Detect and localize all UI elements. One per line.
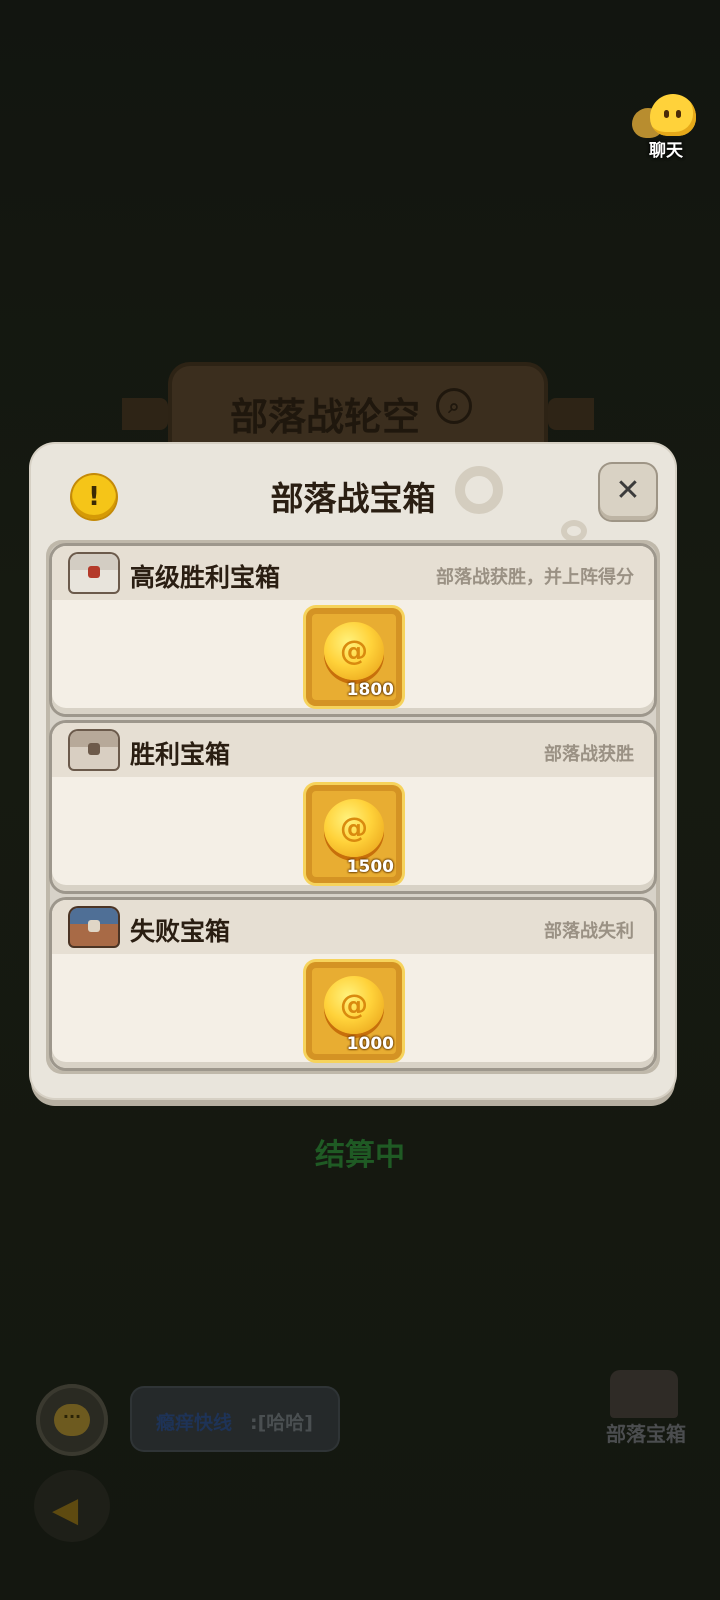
tribe-chest-label: 部落宝箱 — [606, 1422, 686, 1446]
banner-ribbon-left — [122, 398, 168, 430]
reward-amount: 1500 — [346, 857, 394, 877]
banner-ribbon-right — [548, 398, 594, 430]
chest-card-header: 胜利宝箱 部落战获胜 — [52, 723, 654, 777]
coin-icon: @ — [324, 799, 384, 857]
chat-bubble-icon — [650, 94, 696, 136]
chat-preview-message: :[哈哈] — [250, 1412, 313, 1434]
chest-condition: 部落战获胜 — [544, 744, 634, 765]
chest-name: 失败宝箱 — [130, 917, 231, 946]
close-button[interactable]: ✕ — [600, 464, 656, 520]
chest-card-victory: 胜利宝箱 部落战获胜 @ 1500 — [52, 723, 654, 891]
banner-title: 部落战轮空 — [230, 395, 421, 439]
tribe-war-chest-dialog: ! 部落战宝箱 ✕ 高级胜利宝箱 部落战获胜，并上阵得分 @ 1800 胜利宝箱… — [31, 444, 675, 1098]
back-button[interactable]: ◀ — [34, 1470, 110, 1542]
reward-item[interactable]: @ 1800 — [306, 608, 402, 706]
chest-list: 高级胜利宝箱 部落战获胜，并上阵得分 @ 1800 胜利宝箱 部落战获胜 @ 1… — [46, 540, 660, 1074]
search-icon[interactable]: ⌕ — [436, 388, 472, 424]
victory-chest-icon — [70, 731, 118, 769]
tribe-chest-button[interactable]: 部落宝箱 — [596, 1366, 696, 1456]
reward-item[interactable]: @ 1500 — [306, 785, 402, 883]
reward-item[interactable]: @ 1000 — [306, 962, 402, 1060]
chest-name: 高级胜利宝箱 — [130, 563, 281, 592]
defeat-chest-icon — [70, 908, 118, 946]
back-arrow-icon: ◀ — [52, 1490, 79, 1530]
chat-button[interactable]: 聊天 — [626, 92, 706, 162]
chest-card-header: 高级胜利宝箱 部落战获胜，并上阵得分 — [52, 546, 654, 600]
advanced-chest-icon — [70, 554, 118, 592]
chest-card-header: 失败宝箱 部落战失利 — [52, 900, 654, 954]
chat-avatar-button[interactable]: ··· — [36, 1384, 108, 1456]
coin-icon: @ — [324, 976, 384, 1034]
dialog-title: 部落战宝箱 — [270, 479, 436, 518]
chest-name: 胜利宝箱 — [130, 740, 231, 769]
chest-condition: 部落战获胜，并上阵得分 — [436, 567, 634, 588]
settlement-status: 结算中 — [315, 1138, 405, 1173]
chest-card-defeat: 失败宝箱 部落战失利 @ 1000 — [52, 900, 654, 1068]
chest-condition: 部落战失利 — [544, 921, 634, 942]
tribe-war-banner: 部落战轮空 ⌕ — [172, 366, 544, 450]
chat-preview[interactable]: 瘾痒快线 :[哈哈] — [132, 1388, 338, 1450]
chest-icon — [610, 1370, 678, 1418]
reward-amount: 1000 — [346, 1034, 394, 1054]
chat-bubble-icon: ··· — [54, 1404, 90, 1436]
chat-label: 聊天 — [649, 141, 683, 161]
coin-icon: @ — [324, 622, 384, 680]
chat-preview-name: 瘾痒快线 — [156, 1412, 233, 1434]
spiral-decoration — [561, 520, 587, 542]
chest-card-advanced-victory: 高级胜利宝箱 部落战获胜，并上阵得分 @ 1800 — [52, 546, 654, 714]
reward-amount: 1800 — [346, 680, 394, 700]
